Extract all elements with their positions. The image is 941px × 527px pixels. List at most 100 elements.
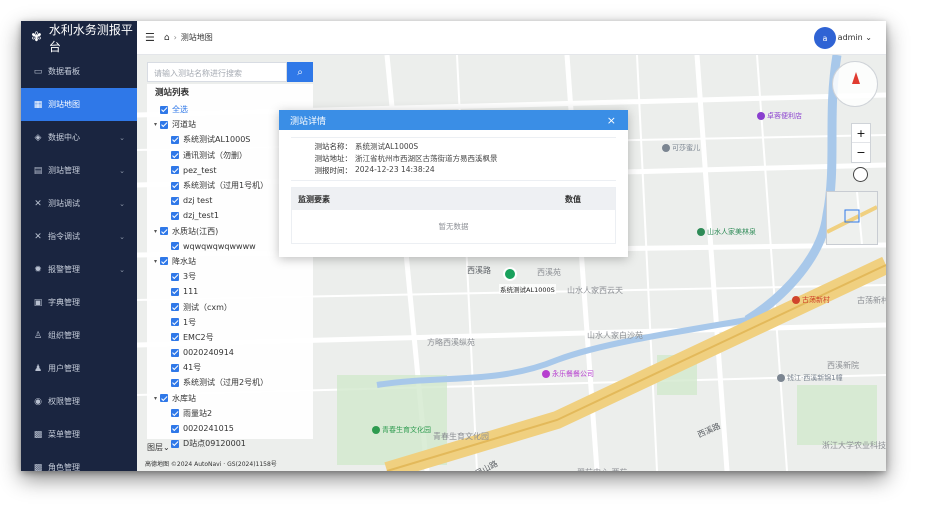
map-label: 青春生育文化园 bbox=[433, 432, 489, 441]
checkbox[interactable] bbox=[171, 333, 179, 342]
menu-grid-icon: ▩ bbox=[33, 462, 43, 472]
logo-icon: ✾ bbox=[31, 30, 42, 45]
tree-item[interactable]: 41号 bbox=[147, 360, 313, 375]
monitoring-table: 监测要素 数值 暂无数据 bbox=[291, 187, 616, 244]
poi-pin-icon bbox=[372, 426, 380, 434]
grid-icon: ▤ bbox=[33, 165, 43, 176]
sidebar-item-label: 用户管理 bbox=[48, 364, 80, 373]
sidebar-item-10[interactable]: ◉ 权限管理 bbox=[21, 385, 137, 418]
station-marker[interactable] bbox=[503, 267, 517, 281]
checkbox[interactable] bbox=[171, 151, 179, 160]
map-poi[interactable]: 卓蓉便利店 bbox=[757, 111, 802, 121]
sidebar-item-label: 数据中心 bbox=[48, 133, 80, 142]
checkbox[interactable] bbox=[171, 211, 179, 220]
map-poi[interactable]: 钱江·西溪新锦1幢 bbox=[777, 373, 843, 383]
tree-item[interactable]: 测试（cxm） bbox=[147, 299, 313, 314]
poi-pin-icon bbox=[792, 296, 800, 304]
tree-item[interactable]: 111 bbox=[147, 284, 313, 299]
sidebar-item-8[interactable]: ♙ 组织管理 bbox=[21, 319, 137, 352]
map-poi[interactable]: 山水人家美林泉 bbox=[697, 227, 756, 237]
sidebar-item-12[interactable]: ▩ 角色管理 bbox=[21, 451, 137, 472]
map-poi[interactable]: 青春生育文化园 bbox=[372, 425, 431, 435]
checkbox[interactable] bbox=[171, 196, 179, 205]
compass-control[interactable] bbox=[832, 61, 878, 107]
checkbox[interactable] bbox=[171, 409, 179, 418]
tree-label: wqwqwqwqwwww bbox=[183, 241, 256, 251]
checkbox[interactable] bbox=[160, 105, 168, 114]
sidebar-item-9[interactable]: ♟ 用户管理 bbox=[21, 352, 137, 385]
poi-pin-icon bbox=[697, 228, 705, 236]
avatar[interactable]: a bbox=[814, 27, 836, 49]
checkbox[interactable] bbox=[171, 378, 179, 387]
station-marker-label[interactable]: 系统测试AL1000S bbox=[499, 284, 556, 294]
checkbox[interactable] bbox=[160, 227, 168, 236]
tree-label: 0020240914 bbox=[183, 348, 234, 358]
sidebar-item-label: 菜单管理 bbox=[48, 430, 80, 439]
checkbox[interactable] bbox=[171, 181, 179, 190]
zoom-out-button[interactable]: − bbox=[852, 143, 870, 162]
checkbox[interactable] bbox=[171, 303, 179, 312]
checkbox[interactable] bbox=[171, 363, 179, 372]
tree-item[interactable]: 系统测试（过用2号机） bbox=[147, 375, 313, 390]
sidebar-item-0[interactable]: ▭ 数据看板 bbox=[21, 55, 137, 88]
locate-icon[interactable] bbox=[853, 167, 868, 182]
info-key: 测站名称： bbox=[314, 142, 353, 151]
menu-toggle-icon[interactable]: ☰ bbox=[145, 31, 155, 44]
map-label: 西溪路 bbox=[467, 266, 491, 275]
caret-down-icon[interactable]: ▾ bbox=[151, 228, 160, 235]
checkbox[interactable] bbox=[171, 166, 179, 175]
tree-label: dzj_test1 bbox=[183, 211, 219, 221]
sidebar-item-5[interactable]: ✕ 指令调试 ⌄ bbox=[21, 220, 137, 253]
poi-pin-icon bbox=[777, 374, 785, 382]
search-button[interactable]: ⌕ bbox=[287, 62, 313, 82]
checkbox[interactable] bbox=[171, 318, 179, 327]
info-row-time: 测报时间： 2024-12-23 14:38:24 bbox=[291, 165, 616, 177]
home-icon[interactable]: ⌂ bbox=[164, 33, 170, 43]
zoom-in-button[interactable]: + bbox=[852, 124, 870, 143]
chevron-down-icon: ⌄ bbox=[119, 133, 125, 142]
tree-item[interactable]: 1号 bbox=[147, 315, 313, 330]
checkbox[interactable] bbox=[171, 424, 179, 433]
user-menu[interactable]: admin ⌄ bbox=[838, 33, 872, 42]
overview-minimap[interactable] bbox=[826, 191, 878, 245]
checkbox[interactable] bbox=[171, 242, 179, 251]
map-view[interactable]: 西溪路天目山路西溪路山水人家西云天山水人家白沙苑方略西溪纵苑青春生育文化园翠苑中… bbox=[137, 55, 886, 471]
checkbox[interactable] bbox=[160, 120, 168, 129]
layer-toggle[interactable]: 图层 ⌄ bbox=[147, 439, 177, 455]
database-icon: ◈ bbox=[34, 132, 42, 143]
tree-group[interactable]: ▾ 水库站 bbox=[147, 391, 313, 406]
caret-down-icon[interactable]: ▾ bbox=[151, 121, 160, 128]
tree-item[interactable]: 0020241015 bbox=[147, 421, 313, 436]
shield-icon: ◉ bbox=[34, 396, 42, 407]
sidebar-item-6[interactable]: ✹ 报警管理 ⌄ bbox=[21, 253, 137, 286]
sidebar-item-4[interactable]: ✕ 测站调试 ⌄ bbox=[21, 187, 137, 220]
checkbox[interactable] bbox=[171, 287, 179, 296]
sidebar-item-11[interactable]: ▩ 菜单管理 bbox=[21, 418, 137, 451]
tree-item[interactable]: 0020240914 bbox=[147, 345, 313, 360]
tree-item[interactable]: 雨量站2 bbox=[147, 406, 313, 421]
map-label: 山水人家白沙苑 bbox=[587, 331, 643, 340]
caret-down-icon[interactable]: ▾ bbox=[151, 395, 160, 402]
checkbox[interactable] bbox=[171, 135, 179, 144]
sidebar-item-1[interactable]: ▦ 测站地图 bbox=[21, 88, 137, 121]
checkbox[interactable] bbox=[171, 348, 179, 357]
info-row-address: 测站地址： 浙江省杭州市西湖区古荡街道方易西溪枫景 bbox=[291, 153, 616, 165]
dialog-header: 测站详情 × bbox=[279, 110, 628, 130]
tree-item[interactable]: EMC2号 bbox=[147, 330, 313, 345]
map-poi[interactable]: 古荡新村 bbox=[792, 295, 830, 305]
tree-item[interactable]: 3号 bbox=[147, 269, 313, 284]
checkbox[interactable] bbox=[160, 394, 168, 403]
checkbox[interactable] bbox=[171, 272, 179, 281]
tree-label: 1号 bbox=[183, 317, 197, 327]
close-icon[interactable]: × bbox=[607, 114, 616, 127]
map-poi[interactable]: 永乐餐餐公司 bbox=[542, 369, 594, 379]
map-poi[interactable]: 可莎蜜儿 bbox=[662, 143, 700, 153]
caret-down-icon[interactable]: ▾ bbox=[151, 258, 160, 265]
station-search-input[interactable]: 请输入测站名称进行搜索 bbox=[147, 62, 287, 82]
sidebar-item-3[interactable]: ▤ 测站管理 ⌄ bbox=[21, 154, 137, 187]
poi-pin-icon bbox=[542, 370, 550, 378]
breadcrumb[interactable]: 测站地图 bbox=[181, 32, 213, 43]
sidebar-item-7[interactable]: ▣ 字典管理 bbox=[21, 286, 137, 319]
checkbox[interactable] bbox=[160, 257, 168, 266]
sidebar-item-2[interactable]: ◈ 数据中心 ⌄ bbox=[21, 121, 137, 154]
